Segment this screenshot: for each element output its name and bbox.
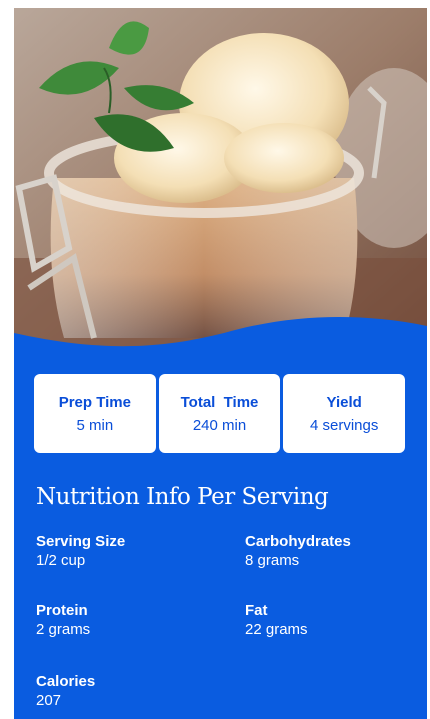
stat-label: Total Time [180, 393, 259, 411]
nutrition-value: 8 grams [245, 552, 300, 569]
nutrition-item-fat: Fat 22 grams [245, 601, 308, 639]
nutrition-label: Fat [245, 602, 268, 619]
nutrition-item-carbohydrates: Carbohydrates 8 grams [245, 532, 351, 570]
nutrition-item-protein: Protein 2 grams [36, 601, 90, 639]
nutrition-value: 2 grams [36, 621, 91, 638]
nutrition-item-serving-size: Serving Size 1/2 cup [36, 532, 125, 570]
stat-value: 5 min [76, 416, 114, 434]
nutrition-value: 207 [36, 692, 62, 709]
nutrition-item-calories: Calories 207 [36, 672, 95, 710]
nutrition-label: Calories [36, 673, 96, 690]
stat-value: 240 min [192, 416, 247, 434]
nutrition-label: Protein [36, 602, 88, 619]
stat-label: Prep Time [58, 393, 131, 411]
stat-prep-time: Prep Time 5 min [34, 374, 156, 453]
nutrition-value: 1/2 cup [36, 552, 86, 569]
hero-image [14, 8, 427, 368]
stat-total-time: Total Time 240 min [158, 374, 281, 453]
recipe-stats: Prep Time 5 min Total Time 240 min Yield… [34, 374, 406, 453]
nutrition-label: Carbohydrates [245, 533, 351, 550]
ice-cream-jar-photo [14, 8, 427, 368]
nutrition-value: 22 grams [245, 621, 308, 638]
stat-yield: Yield 4 servings [283, 374, 406, 453]
nutrition-title: Nutrition Info Per Serving [36, 484, 329, 510]
recipe-card: Prep Time 5 min Total Time 240 min Yield… [14, 8, 427, 719]
nutrition-label: Serving Size [36, 533, 126, 550]
stat-value: 4 servings [309, 416, 379, 434]
stat-label: Yield [326, 393, 362, 411]
